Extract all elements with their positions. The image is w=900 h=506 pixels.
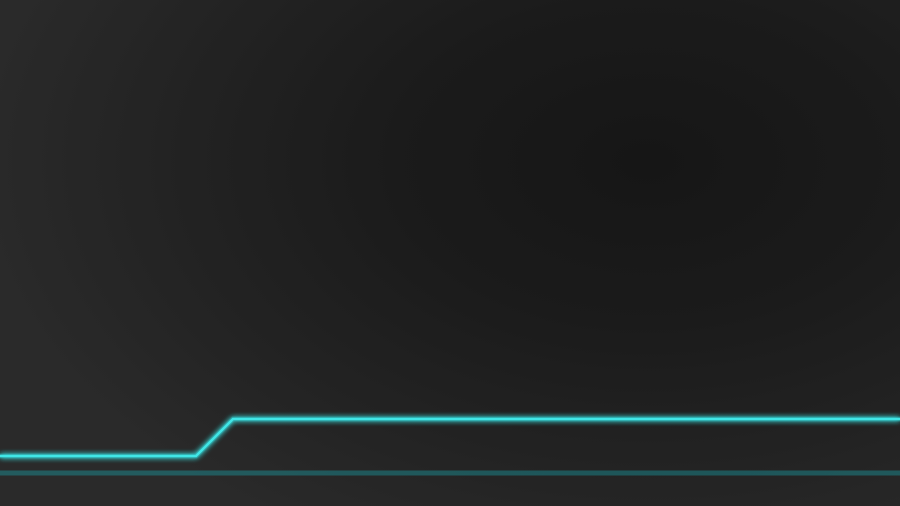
wallpaper-background [0, 0, 900, 506]
neon-line-decoration [0, 416, 900, 476]
stepped-neon-line [0, 416, 900, 459]
